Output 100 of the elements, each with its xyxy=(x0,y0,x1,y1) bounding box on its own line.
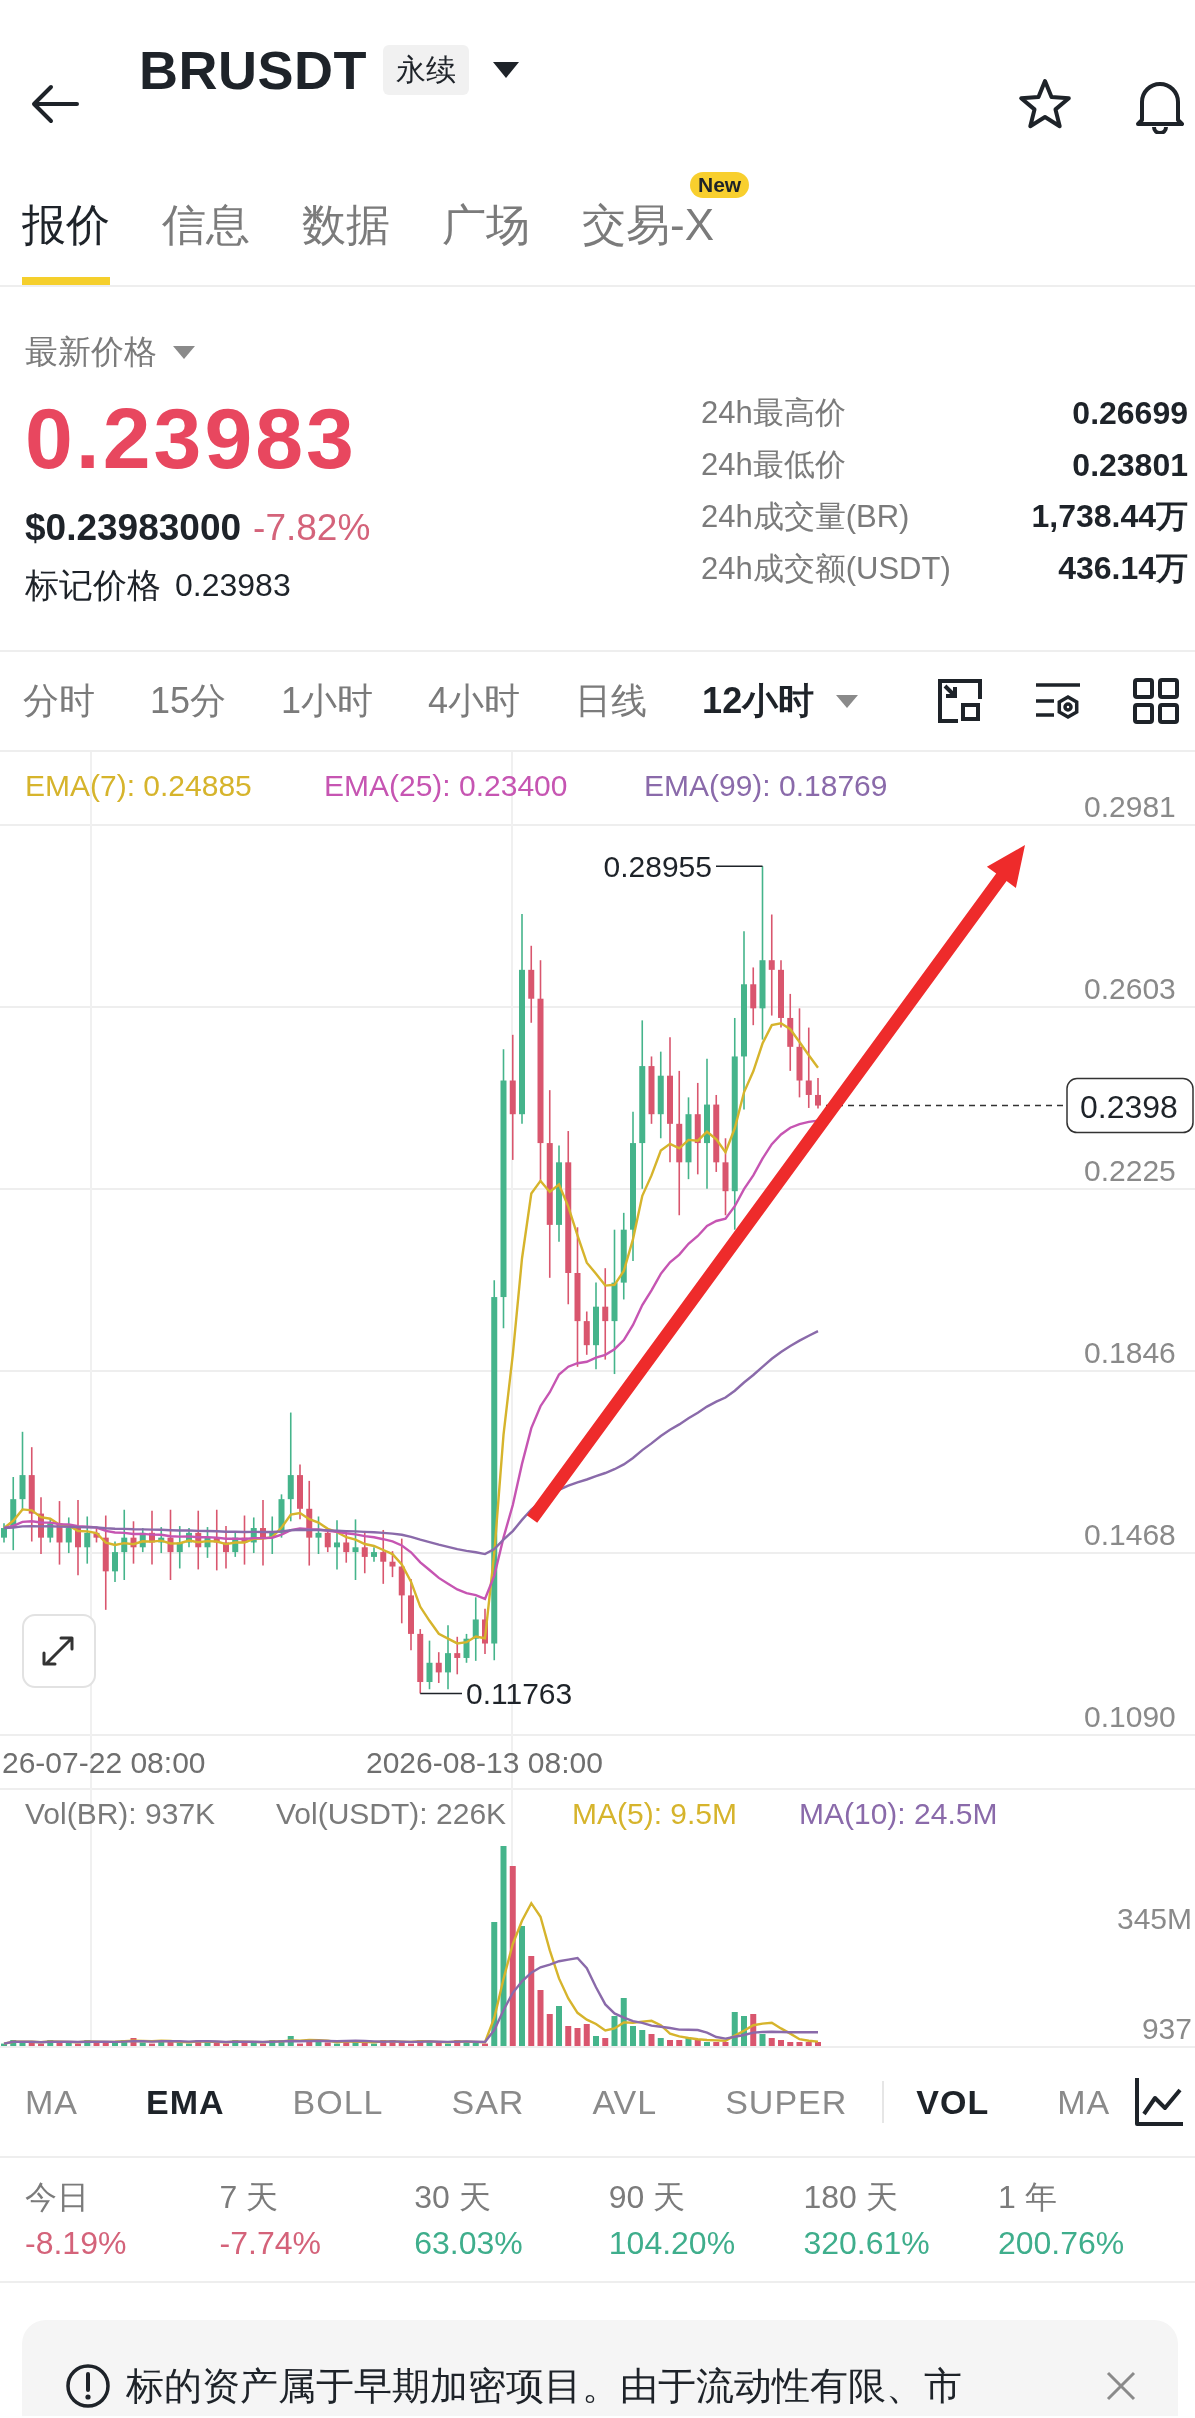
volume-bar xyxy=(445,2043,451,2046)
candlestick xyxy=(445,1624,451,1691)
volume-bar xyxy=(38,2043,44,2046)
volume-bar xyxy=(102,2042,109,2046)
candlestick xyxy=(130,1520,137,1565)
indicator-tab[interactable]: AVL xyxy=(592,2082,658,2122)
period-return: 104.20% xyxy=(608,2224,737,2263)
interval-tab[interactable]: 1小时 xyxy=(281,676,374,726)
volume-bar xyxy=(417,2040,424,2046)
candlestick xyxy=(149,1509,155,1566)
stat-value: 1,738.44万 xyxy=(1030,497,1188,536)
period-return: -7.74% xyxy=(219,2224,322,2263)
volume-bar xyxy=(759,2034,766,2046)
volume-bar xyxy=(768,2038,775,2046)
candlestick xyxy=(380,1529,387,1585)
y-axis-label: 0.1468 xyxy=(1084,1518,1176,1551)
tab[interactable]: 报价 xyxy=(22,182,110,285)
volume-bar xyxy=(667,2040,673,2046)
volume-bar xyxy=(611,2016,618,2046)
candlestick xyxy=(213,1508,220,1572)
volume-bar xyxy=(213,2042,220,2046)
volume-bar xyxy=(149,2043,155,2046)
interval-tab[interactable]: 日线 xyxy=(575,676,648,726)
volume-bar xyxy=(583,2024,590,2046)
interval-tab[interactable]: 12小时 xyxy=(702,676,859,726)
volume-bar xyxy=(1,2043,7,2046)
indicator-tab[interactable]: EMA xyxy=(146,2082,225,2122)
interval-tab[interactable]: 分时 xyxy=(23,676,95,726)
volume-bar xyxy=(454,2040,461,2046)
close-icon[interactable] xyxy=(1106,2371,1136,2401)
contract-type-badge: 永续 xyxy=(383,45,469,95)
pair-title: BRUSDT xyxy=(139,42,367,98)
volume-bar xyxy=(139,2042,146,2046)
stat-label: 24h最高价 xyxy=(701,394,847,432)
low-price-label: 0.11763 xyxy=(466,1677,573,1711)
stat-value: 0.26699 xyxy=(1071,394,1188,432)
volume-bar xyxy=(130,2038,137,2046)
window-arrow-icon[interactable] xyxy=(936,677,984,725)
line-chart-icon[interactable] xyxy=(1133,2076,1185,2128)
interval-tab[interactable]: 4小时 xyxy=(428,676,521,726)
candlestick xyxy=(778,959,784,1029)
volume-bar xyxy=(232,2040,239,2046)
volume-bar xyxy=(657,2038,664,2046)
candlestick xyxy=(195,1509,202,1571)
indicator-tab[interactable]: MA xyxy=(25,2082,78,2122)
volume-bar xyxy=(472,2042,479,2046)
stat-label: 24h成交量(BR) xyxy=(701,498,911,536)
caret-icon[interactable] xyxy=(493,62,519,78)
volume-bar xyxy=(389,2040,396,2046)
candlestick xyxy=(371,1546,377,1563)
notice-text: 标的资产属于早期加密项目。由于流动性有限、市 xyxy=(126,2364,962,2409)
volume-bar xyxy=(334,2043,340,2046)
price-type-label[interactable]: 最新价格 xyxy=(25,333,157,371)
candlestick xyxy=(38,1496,44,1555)
volume-bar xyxy=(741,2016,747,2046)
candlestick xyxy=(232,1532,239,1558)
stat-label: 24h成交额(USDT) xyxy=(701,550,952,588)
back-icon[interactable] xyxy=(31,84,79,124)
mark-price-value: 0.23983 xyxy=(175,566,291,604)
volume-bar xyxy=(223,2043,229,2046)
volume-bar xyxy=(112,2042,118,2046)
indicator-tab[interactable]: SUPER xyxy=(725,2082,848,2122)
indicator-tab[interactable]: MA xyxy=(1057,2082,1111,2122)
volume-bar xyxy=(121,2040,128,2046)
indicator-tab[interactable]: VOL xyxy=(916,2082,990,2122)
candlestick xyxy=(241,1514,248,1566)
volume-bar xyxy=(93,2041,100,2046)
period-return: -8.19% xyxy=(25,2224,128,2263)
tab[interactable]: 信息 xyxy=(162,182,250,285)
candlestick xyxy=(250,1516,257,1554)
interval-tab[interactable]: 15分 xyxy=(150,676,227,726)
candlestick xyxy=(417,1628,424,1695)
volume-bar xyxy=(796,2042,803,2046)
grid-icon[interactable] xyxy=(1132,677,1180,725)
candlestick xyxy=(176,1525,183,1570)
candlestick xyxy=(93,1527,100,1544)
volume-bar xyxy=(28,2042,35,2046)
volume-bar xyxy=(426,2041,433,2046)
volume-bar xyxy=(241,2041,248,2046)
volume-bar xyxy=(371,2043,377,2046)
candlestick xyxy=(361,1530,368,1575)
period-label: 180 天 xyxy=(803,2178,899,2217)
candlestick xyxy=(65,1516,72,1554)
volume-bar xyxy=(324,2042,331,2046)
candlestick xyxy=(815,1077,821,1110)
volume-axis-label: 345M xyxy=(1116,1902,1192,1935)
indicator-tab[interactable]: SAR xyxy=(451,2082,525,2122)
indicator-tab[interactable]: BOLL xyxy=(292,2082,384,2122)
candlestick xyxy=(472,1596,479,1662)
candlestick xyxy=(47,1517,54,1544)
volume-bar xyxy=(630,2026,636,2046)
expand-icon[interactable] xyxy=(22,1614,96,1688)
x-axis-label: 26-07-22 08:00 xyxy=(2,1746,206,1779)
tab[interactable]: 数据 xyxy=(302,182,390,285)
y-axis-label: 0.2603 xyxy=(1084,972,1176,1005)
current-price-tag[interactable]: 0.2398 xyxy=(1066,1077,1194,1134)
volume-bar xyxy=(352,2041,359,2046)
volume-bar xyxy=(537,1990,544,2046)
last-price: 0.23983 xyxy=(25,395,357,481)
tab[interactable]: 广场 xyxy=(442,182,530,285)
